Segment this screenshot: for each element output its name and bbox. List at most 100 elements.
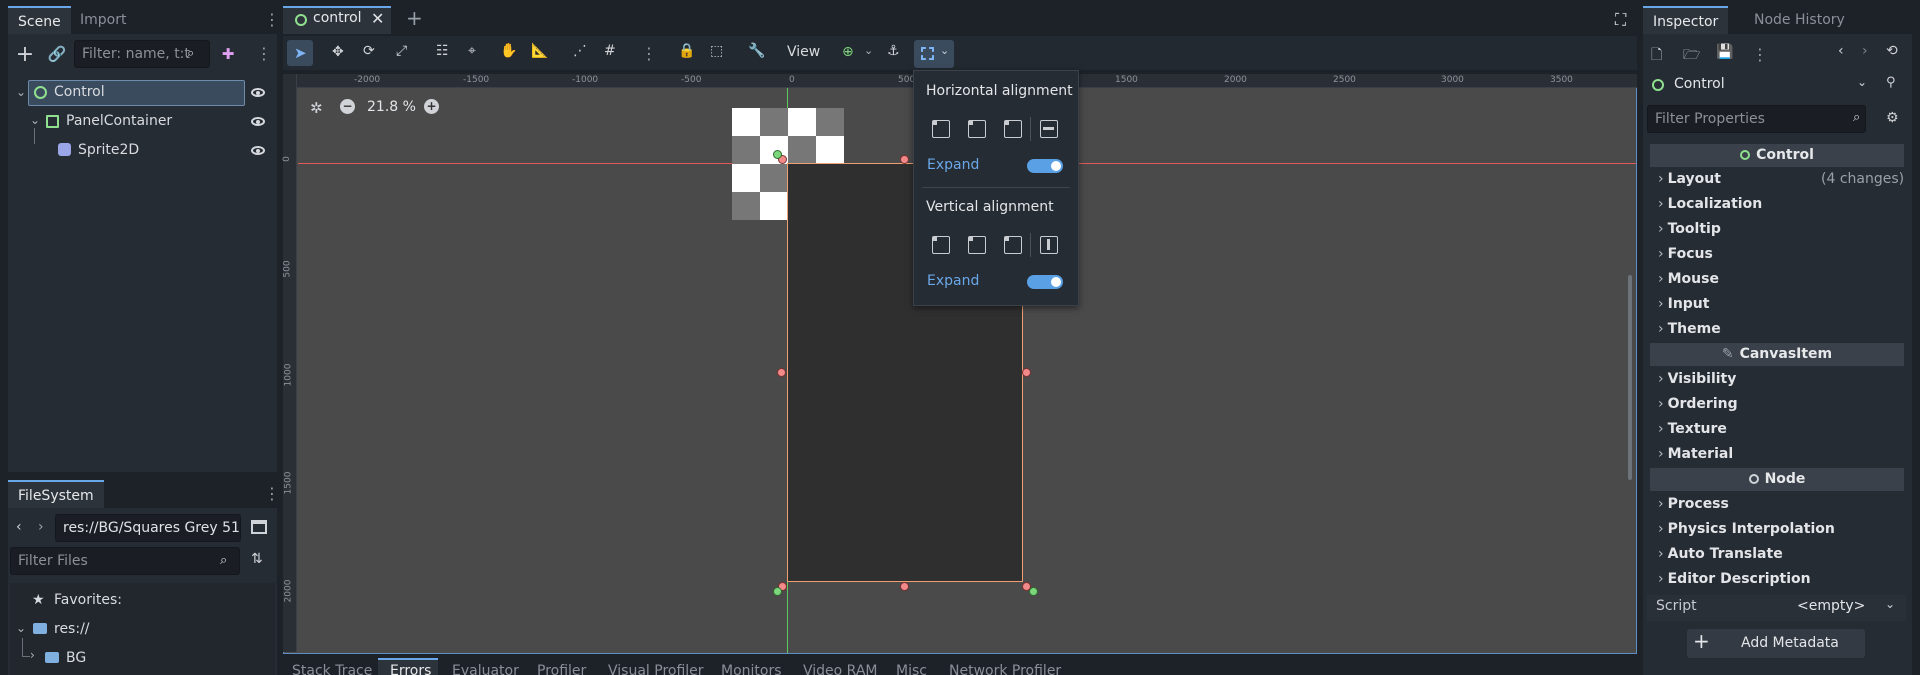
pivot-icon[interactable]: ⌖ (468, 43, 476, 59)
resize-handle[interactable] (1022, 368, 1031, 377)
bone-icon[interactable]: 🔧 (748, 43, 765, 59)
group-ordering[interactable]: › Ordering (1658, 392, 1738, 417)
tab-history[interactable]: History (1785, 6, 1855, 34)
group-focus[interactable]: › Focus (1658, 242, 1713, 267)
script-value[interactable]: <empty> (1797, 598, 1865, 614)
zoom-level[interactable]: 21.8 % (367, 99, 416, 115)
chevron-down-icon[interactable]: ⌄ (864, 44, 873, 57)
tab-monitors[interactable]: Monitors (721, 663, 782, 675)
tab-import[interactable]: Import (70, 6, 136, 34)
group-input[interactable]: › Input (1658, 292, 1709, 317)
inspector-options-icon[interactable]: ⋮ (1752, 47, 1768, 63)
tab-network-profiler[interactable]: Network Profiler (949, 663, 1061, 675)
group-visibility[interactable]: › Visibility (1658, 367, 1736, 392)
section-control[interactable]: Control (1650, 144, 1904, 167)
v-expand-toggle[interactable] (1027, 275, 1063, 289)
zoom-in-icon[interactable]: + (424, 99, 439, 114)
rotate-icon[interactable]: ⟳ (363, 43, 375, 59)
anchor-handle[interactable] (773, 587, 782, 596)
resize-handle[interactable] (900, 155, 909, 164)
scene-options-icon[interactable]: ⋮ (256, 46, 272, 62)
align-begin-icon[interactable] (932, 120, 950, 138)
filesystem-filter-input[interactable]: Filter Files (10, 547, 240, 575)
add-node-icon[interactable]: + (12, 41, 38, 67)
section-node[interactable]: Node (1650, 468, 1904, 491)
group-mouse[interactable]: › Mouse (1658, 267, 1719, 292)
h-expand-label[interactable]: Expand (927, 157, 979, 173)
favorites-label[interactable]: Favorites: (54, 587, 122, 614)
group-process[interactable]: › Process (1658, 492, 1729, 517)
group-icon[interactable]: ⬚ (710, 43, 723, 59)
filesystem-path-input[interactable]: res://BG/Squares Grey 512 (55, 514, 241, 542)
grid-snap-icon[interactable]: # (604, 43, 616, 59)
group-texture[interactable]: › Texture (1658, 417, 1727, 442)
valign-begin-icon[interactable] (932, 236, 950, 254)
attach-script-icon[interactable]: ✚ (215, 41, 241, 67)
add-node-here-icon[interactable]: ⊕ (842, 44, 854, 60)
visibility-eye-icon[interactable] (251, 117, 265, 126)
view-menu[interactable]: View (787, 44, 820, 60)
valign-end-icon[interactable] (1004, 236, 1022, 254)
collapse-arrow-icon[interactable]: ⌄ (16, 85, 26, 99)
anchor-handle[interactable] (773, 150, 782, 159)
open-folder-icon[interactable]: 🗁 (1683, 44, 1700, 68)
pan-hand-icon[interactable]: ✋ (500, 43, 517, 59)
tab-misc[interactable]: Misc (896, 663, 927, 675)
center-view-icon[interactable]: ✲ (310, 99, 323, 117)
sort-icon[interactable]: ⇅ (251, 551, 263, 567)
save-icon[interactable]: 💾 (1716, 44, 1733, 60)
chevron-down-icon[interactable]: ⌄ (1857, 75, 1867, 89)
close-icon[interactable]: ✕ (371, 9, 384, 28)
tab-scene[interactable]: Scene (8, 6, 71, 34)
move-icon[interactable]: ✥ (332, 44, 344, 60)
h-expand-toggle[interactable] (1027, 159, 1063, 173)
expand-arrow-icon[interactable]: › (30, 648, 35, 662)
tree-item-bg[interactable]: BG (66, 645, 86, 672)
collapse-arrow-icon[interactable]: ⌄ (16, 621, 26, 635)
tree-item-control[interactable]: Control (54, 79, 105, 106)
resize-handle[interactable] (900, 582, 909, 591)
tab-visual-profiler[interactable]: Visual Profiler (608, 663, 704, 675)
property-settings-icon[interactable]: ⚙ (1886, 110, 1899, 126)
scene-menu-icon[interactable]: ⋮ (264, 12, 280, 28)
snap-options-icon[interactable]: ⋮ (641, 46, 657, 62)
back-arrow-icon[interactable]: ‹ (16, 519, 22, 535)
zoom-out-icon[interactable]: − (340, 99, 355, 114)
instance-scene-icon[interactable]: 🔗 (44, 41, 70, 67)
forward-arrow-icon[interactable]: › (38, 519, 44, 535)
collapse-arrow-icon[interactable]: ⌄ (30, 113, 40, 127)
tab-errors[interactable]: Errors (390, 663, 431, 675)
smart-snap-icon[interactable]: ⋰ (573, 43, 587, 59)
align-end-icon[interactable] (1004, 120, 1022, 138)
distraction-free-icon[interactable]: ⛶ (1615, 10, 1626, 30)
lock-icon[interactable]: 🔒 (678, 43, 695, 59)
group-editor-description[interactable]: › Editor Description (1658, 567, 1811, 592)
add-tab-icon[interactable]: + (406, 6, 423, 30)
tree-item-panelcontainer[interactable]: PanelContainer (66, 108, 172, 135)
viewport-scrollbar[interactable] (1628, 275, 1632, 480)
group-auto-translate[interactable]: › Auto Translate (1658, 542, 1783, 567)
group-layout[interactable]: › Layout (1658, 167, 1721, 192)
group-material[interactable]: › Material (1658, 442, 1733, 467)
tab-stack-trace[interactable]: Stack Trace (292, 663, 372, 675)
filter-properties-input[interactable]: Filter Properties (1647, 105, 1866, 133)
ruler-icon[interactable]: 📐 (531, 43, 548, 59)
list-select-icon[interactable]: ☷ (436, 43, 449, 59)
anchor-handle[interactable] (1029, 587, 1038, 596)
valign-fill-icon[interactable] (1040, 236, 1058, 254)
tab-profiler[interactable]: Profiler (537, 663, 586, 675)
align-center-icon[interactable] (968, 120, 986, 138)
chevron-down-icon[interactable]: ⌄ (1885, 597, 1895, 611)
tree-item-sprite2d[interactable]: Sprite2D (78, 137, 139, 164)
group-theme[interactable]: › Theme (1658, 317, 1721, 342)
split-view-icon[interactable] (251, 520, 267, 534)
tab-video-ram[interactable]: Video RAM (803, 663, 878, 675)
v-expand-label[interactable]: Expand (927, 273, 979, 289)
tab-filesystem[interactable]: FileSystem (8, 480, 104, 508)
valign-center-icon[interactable] (968, 236, 986, 254)
filesystem-menu-icon[interactable]: ⋮ (264, 486, 280, 502)
new-resource-icon[interactable]: 🗋 (1651, 44, 1662, 68)
history-back-icon[interactable]: ‹ (1838, 43, 1844, 59)
tab-inspector[interactable]: Inspector (1643, 6, 1729, 34)
group-physics-interpolation[interactable]: › Physics Interpolation (1658, 517, 1835, 542)
